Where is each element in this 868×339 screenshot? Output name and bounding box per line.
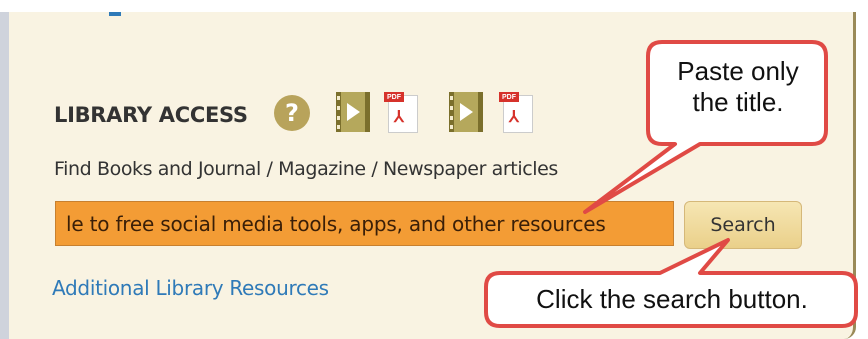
paste-callout-line1: Paste only (677, 56, 799, 86)
click-callout-text: Click the search button. (536, 284, 808, 314)
paste-callout-line2: the title. (692, 87, 784, 117)
paste-callout-text: Paste only the title. (652, 56, 824, 118)
